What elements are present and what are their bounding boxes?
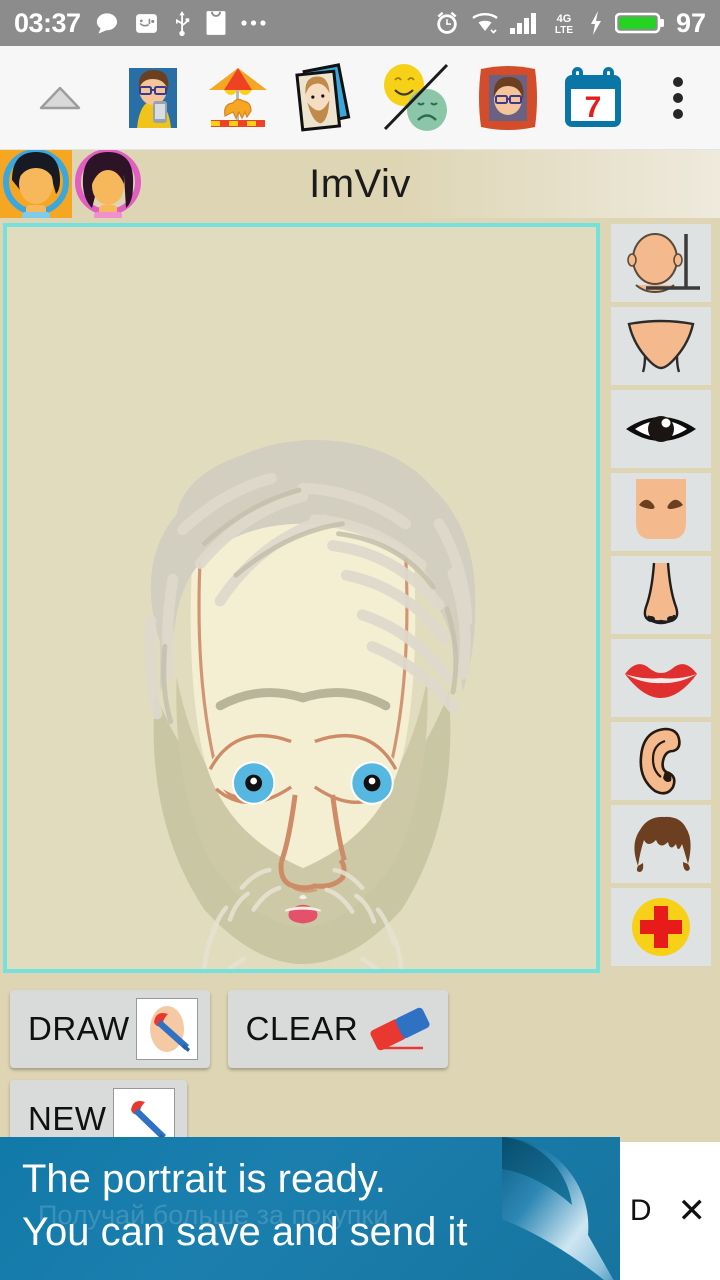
- collapse-arrow-icon[interactable]: [10, 46, 110, 150]
- palette-head-shape[interactable]: [610, 224, 711, 302]
- clear-button-label: CLEAR: [245, 1010, 359, 1047]
- status-bar-left: 03:37: [14, 8, 267, 39]
- mood-compare-icon[interactable]: [365, 46, 465, 150]
- draw-button[interactable]: DRAW: [10, 990, 210, 1068]
- status-bar-right: 4G LTE 97: [434, 8, 706, 39]
- drawing-canvas[interactable]: [3, 223, 600, 973]
- ad-label: D: [629, 1194, 652, 1227]
- palette-eye[interactable]: [610, 390, 711, 468]
- clear-button[interactable]: CLEAR: [227, 990, 449, 1068]
- avatar-male[interactable]: [0, 149, 72, 220]
- portrait-eye-left: [231, 761, 276, 805]
- overflow-menu-icon[interactable]: [646, 46, 710, 150]
- draw-face-brush-icon: [135, 998, 198, 1060]
- work-area: [0, 218, 720, 978]
- palette-hair[interactable]: [610, 805, 711, 883]
- feature-palette: [603, 223, 718, 978]
- draw-button-label: DRAW: [28, 1010, 130, 1047]
- action-row-1: DRAW CLEAR: [10, 990, 720, 1068]
- framed-portrait-icon[interactable]: [465, 46, 550, 150]
- palette-ear[interactable]: [610, 722, 711, 800]
- palette-add-more[interactable]: [610, 888, 711, 966]
- action-bar: DRAW CLEAR NEW: [0, 978, 720, 1158]
- portrait-eye-right: [350, 761, 394, 805]
- more-dots-icon: [240, 20, 266, 26]
- calendar-day-label: 7: [584, 91, 601, 124]
- calendar-icon[interactable]: 7: [550, 46, 635, 150]
- wifi-icon: [472, 13, 498, 34]
- selfie-photo-icon[interactable]: [110, 46, 195, 150]
- battery-percent-label: 97: [675, 7, 706, 38]
- palette-lips[interactable]: [610, 639, 711, 717]
- toast-line-2: You can save and send it: [22, 1209, 468, 1254]
- svg-text:4G: 4G: [557, 13, 572, 25]
- charging-bolt-icon: [590, 11, 601, 35]
- keyboard-icon: [135, 13, 157, 33]
- battery-icon: [614, 12, 664, 34]
- new-button-label: NEW: [28, 1100, 107, 1137]
- download-bag-icon: [206, 11, 226, 35]
- usb-icon: [175, 10, 189, 36]
- title-bar: ImViv: [0, 149, 720, 220]
- palette-chin-shape[interactable]: [610, 307, 711, 385]
- carousel-icon[interactable]: [195, 46, 280, 150]
- close-icon[interactable]: ✕: [678, 1194, 707, 1228]
- status-bar: 03:37 4G LTE 97: [0, 0, 720, 46]
- palette-eyebrows[interactable]: [610, 473, 711, 551]
- signal-bars-icon: [509, 13, 536, 34]
- message-bubble-icon: [96, 12, 117, 34]
- app-toolbar: 7: [0, 46, 720, 150]
- alarm-icon: [437, 11, 457, 34]
- 4glte-icon: 4G LTE: [555, 13, 573, 36]
- eraser-icon: [364, 1001, 436, 1057]
- svg-text:LTE: LTE: [555, 25, 573, 36]
- avatar-female[interactable]: [72, 149, 144, 220]
- toast-line-1: The portrait is ready.: [22, 1157, 386, 1201]
- status-clock: 03:37: [14, 7, 81, 38]
- toast-banner[interactable]: Получай больше за покупки The portrait i…: [0, 1137, 620, 1280]
- portrait-stack-icon[interactable]: [280, 46, 365, 150]
- palette-nose[interactable]: [610, 556, 711, 634]
